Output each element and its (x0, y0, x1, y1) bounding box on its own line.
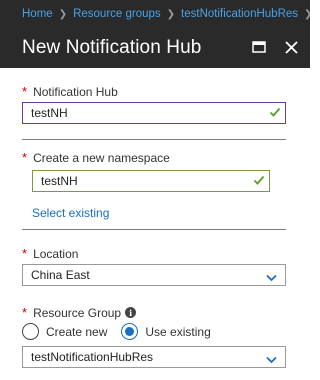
resource-group-dropdown[interactable]: testNotificationHubRes (22, 346, 286, 368)
breadcrumb-separator: ❯ (58, 8, 68, 20)
info-icon[interactable]: i (125, 307, 137, 318)
page-title: New Notification Hub (22, 37, 202, 58)
breadcrumb-resource-groups[interactable]: Resource groups (73, 8, 161, 20)
location-label: * Location (22, 246, 78, 261)
notification-hub-input[interactable]: testNH (22, 102, 286, 124)
location-label-text: Location (33, 246, 79, 261)
radio-create-new[interactable] (22, 323, 39, 340)
required-asterisk: * (22, 150, 28, 165)
resource-group-label-text: Resource Group (33, 305, 122, 320)
chevron-down-icon (266, 353, 277, 367)
check-icon (253, 174, 265, 189)
location-value: China East (31, 268, 90, 282)
breadcrumb-separator: ❯ (166, 8, 176, 20)
resource-group-value: testNotificationHubRes (31, 350, 154, 364)
maximize-icon[interactable] (250, 38, 268, 56)
namespace-label: * Create a new namespace (22, 150, 170, 165)
radio-use-existing[interactable] (121, 323, 139, 340)
divider (22, 229, 286, 230)
required-asterisk: * (22, 84, 28, 99)
required-asterisk: * (22, 246, 28, 261)
close-icon[interactable] (282, 38, 300, 56)
resource-group-label: * Resource Group i (22, 305, 137, 320)
namespace-label-text: Create a new namespace (33, 150, 170, 165)
notification-hub-value: testNH (31, 106, 68, 120)
namespace-value: testNH (41, 174, 78, 188)
breadcrumb-separator: ❯ (304, 9, 310, 20)
chevron-down-icon (266, 271, 277, 285)
notification-hub-label: * Notification Hub (22, 84, 118, 99)
radio-create-new-label[interactable]: Create new (46, 325, 107, 339)
divider (22, 139, 286, 140)
radio-use-existing-label[interactable]: Use existing (145, 325, 210, 339)
blade-header: New Notification Hub (0, 28, 310, 68)
breadcrumb: Home ❯ Resource groups ❯ testNotificatio… (0, 0, 310, 28)
required-asterisk: * (22, 305, 28, 320)
breadcrumb-home[interactable]: Home (22, 8, 53, 20)
location-dropdown[interactable]: China East (22, 264, 286, 286)
resource-group-options: Create new Use existing (22, 323, 211, 340)
namespace-input[interactable]: testNH (32, 170, 270, 192)
breadcrumb-resource-group[interactable]: testNotificationHubRes (181, 8, 298, 20)
check-icon (269, 106, 281, 121)
notification-hub-label-text: Notification Hub (33, 84, 118, 99)
select-existing-link[interactable]: Select existing (32, 206, 109, 220)
